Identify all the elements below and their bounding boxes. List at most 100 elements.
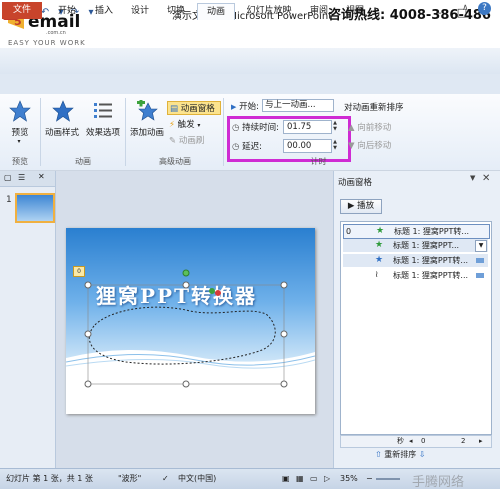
arrow-up-icon: ▲: [348, 123, 355, 133]
play-small-icon: ▶: [231, 103, 237, 111]
preview-button[interactable]: 预览: [2, 126, 38, 138]
animation-pane-title: 动画窗格: [338, 178, 373, 188]
logo-domain: .com.cn: [46, 30, 66, 36]
sorter-view-icon[interactable]: ▦: [296, 469, 304, 489]
slides-tab-icon[interactable]: ▢: [4, 173, 12, 182]
slide-number: 1: [6, 195, 12, 205]
move-earlier-label: 向前移动: [357, 123, 392, 133]
motion-path-icon: ≀: [375, 270, 379, 280]
play-button[interactable]: ▶ 播放: [340, 199, 382, 214]
slide[interactable]: 狸窝PPT转换器: [66, 228, 315, 414]
normal-view-icon[interactable]: ▣: [282, 469, 290, 489]
list-item[interactable]: ≀ 标题 1: 狸窝PPT转...: [343, 269, 488, 282]
anim-item-label: 标题 1: 狸窝PPT转...: [393, 271, 469, 280]
animation-styles-star-icon: [52, 100, 74, 122]
list-item[interactable]: ★ 标题 1: 狸窝PPT... ▼: [343, 239, 488, 252]
close-icon[interactable]: ✕: [38, 172, 45, 181]
add-animation-button[interactable]: 添加动画: [127, 126, 167, 138]
minimize-icon[interactable]: –: [428, 4, 450, 22]
tab-review[interactable]: 审阅: [304, 3, 334, 19]
chevron-left-icon[interactable]: ◂: [409, 436, 413, 447]
arrow-down-icon: ▼: [348, 141, 355, 151]
timeline-ruler[interactable]: 秒 ◂ 0 2 ▸: [340, 435, 492, 448]
move-later-label: 向后移动: [357, 141, 392, 151]
pane-options-icon[interactable]: ▼: [470, 174, 475, 182]
chevron-down-icon[interactable]: ▼: [475, 240, 487, 252]
start-select[interactable]: 与上一动画...: [262, 99, 334, 112]
move-later-button[interactable]: ▼ 向后移动: [348, 139, 391, 151]
animation-list: 0 ★ 标题 1: 狸窝PPT转... ★ 标题 1: 狸窝PPT... ▼ ★…: [340, 221, 492, 435]
animation-pane-label: 动画窗格: [180, 104, 215, 114]
reorder-title: 对动画重新排序: [344, 103, 404, 113]
star-effect-icon: ★: [375, 240, 384, 250]
start-value: 与上一动画...: [265, 100, 316, 110]
list-item[interactable]: ★ 标题 1: 狸窝PPT转...: [343, 254, 488, 267]
tab-design[interactable]: 设计: [124, 3, 156, 19]
timeline-end: 2: [461, 437, 466, 445]
list-item[interactable]: 0 ★ 标题 1: 狸窝PPT转...: [343, 224, 490, 239]
star-effect-icon: ★: [375, 255, 384, 265]
tab-slideshow[interactable]: 幻灯片放映: [240, 3, 298, 19]
logo-tagline: EASY YOUR WORK: [8, 39, 86, 47]
effect-options-button[interactable]: 效果选项: [82, 126, 124, 138]
chevron-right-icon[interactable]: ▸: [479, 436, 483, 447]
add-animation-icon: [137, 100, 158, 121]
animation-pane-button[interactable]: ▤ 动画窗格: [167, 101, 221, 115]
tab-transitions[interactable]: 切换: [160, 3, 192, 19]
reorder-label: 重新排序: [384, 450, 417, 459]
zoom-slider[interactable]: [376, 478, 400, 480]
tab-file[interactable]: 文件: [2, 2, 42, 19]
language[interactable]: 中文(中国): [178, 469, 216, 489]
anim-item-label: 标题 1: 狸窝PPT...: [393, 241, 460, 250]
slideshow-view-icon[interactable]: ▷: [324, 469, 330, 489]
animation-painter-button[interactable]: ✎ 动画刷: [169, 134, 204, 146]
group-label-advanced: 高级动画: [159, 157, 191, 166]
tab-home[interactable]: 开始: [50, 3, 84, 19]
group-label-preview: 预览: [12, 157, 28, 166]
watermark-text: 手腾网络: [412, 475, 465, 490]
reading-view-icon[interactable]: ▭: [310, 469, 318, 489]
reorder-row: ⇧ 重新排序 ⇩: [375, 449, 426, 460]
play-icon: ▶: [347, 201, 355, 211]
title-bar: [0, 48, 500, 75]
animation-painter-label: 动画刷: [178, 136, 205, 146]
start-label: 开始:: [239, 102, 259, 112]
outline-tab-icon[interactable]: ☰: [18, 173, 25, 182]
brush-icon: ✎: [169, 136, 177, 146]
anim-item-number: 0: [346, 227, 352, 236]
move-earlier-button[interactable]: ▲ 向前移动: [348, 121, 391, 133]
trigger-button[interactable]: ⚡ 触发 ▾: [169, 118, 200, 130]
trigger-label: 触发: [177, 120, 195, 130]
animation-order-tag[interactable]: 0: [73, 266, 85, 277]
zoom-level[interactable]: 35%: [340, 469, 358, 489]
chevron-down-icon: ▾: [197, 122, 201, 129]
tab-insert[interactable]: 插入: [88, 3, 120, 19]
play-label: 播放: [357, 201, 375, 211]
timeline-unit: 秒: [397, 437, 404, 445]
arrow-down-icon[interactable]: ⇩: [419, 450, 426, 459]
arrow-up-icon[interactable]: ⇧: [375, 450, 382, 459]
zoom-out-icon[interactable]: −: [366, 469, 373, 489]
preview-dropdown-icon[interactable]: ▾: [14, 138, 24, 145]
effect-options-icon: [94, 103, 112, 118]
preview-star-icon: [9, 100, 31, 122]
slide-thumbnail[interactable]: [15, 193, 55, 223]
tab-view[interactable]: 视图: [340, 3, 370, 19]
close-icon[interactable]: ✕: [482, 173, 490, 184]
motion-path-selection[interactable]: [66, 228, 315, 414]
theme-name: "波形": [118, 474, 142, 483]
slide-info: 幻灯片 第 1 张，共 1 张: [6, 474, 93, 483]
ribbon-collapse-icon[interactable]: ∧: [462, 3, 469, 13]
timing-bar: [476, 258, 484, 263]
star-effect-icon: ★: [376, 226, 385, 236]
spelling-icon[interactable]: ✓: [162, 469, 169, 489]
help-icon[interactable]: ?: [478, 2, 491, 15]
ribbon-separator: [40, 98, 41, 166]
animation-pane-icon: ▤: [170, 104, 179, 114]
anim-item-label: 标题 1: 狸窝PPT转...: [393, 256, 469, 265]
ribbon-separator: [223, 98, 224, 166]
thumbnail-pane-tabs: ▢ ☰ ✕: [0, 171, 55, 187]
animation-styles-button[interactable]: 动画样式: [42, 126, 82, 138]
tab-animations[interactable]: 动画: [197, 3, 235, 20]
ribbon-separator: [125, 98, 126, 166]
